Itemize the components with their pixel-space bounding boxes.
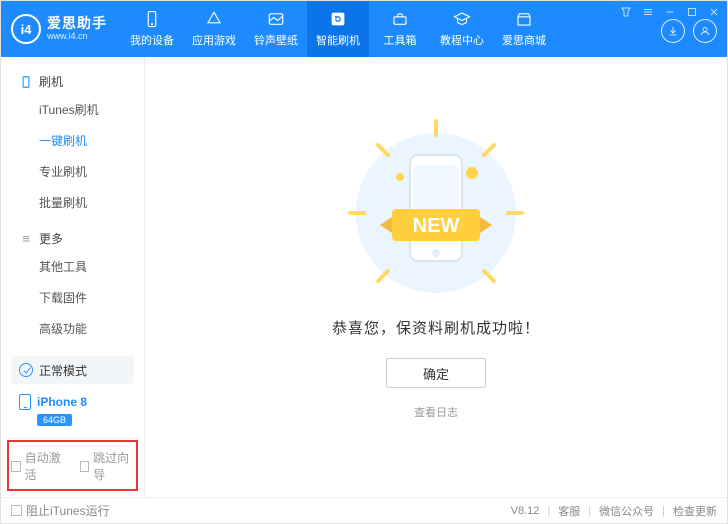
device-name: iPhone 8 — [37, 395, 87, 409]
sidebar-group-label: 更多 — [39, 230, 63, 247]
minimize-icon[interactable] — [663, 5, 677, 19]
device-row[interactable]: iPhone 8 64GB — [11, 390, 134, 430]
success-illustration: NEW — [326, 113, 546, 303]
footer-link-support[interactable]: 客服 — [558, 503, 580, 519]
svg-text:NEW: NEW — [413, 215, 460, 237]
download-icon[interactable] — [661, 19, 685, 43]
tab-label: 我的设备 — [130, 32, 174, 48]
device-icon — [19, 394, 31, 410]
tab-ringtones-wallpapers[interactable]: 铃声壁纸 — [245, 1, 307, 57]
tab-my-device[interactable]: 我的设备 — [121, 1, 183, 57]
store-icon — [515, 10, 533, 28]
brand-logo-icon: i4 — [11, 14, 41, 44]
maximize-icon[interactable] — [685, 5, 699, 19]
footer: 阻止iTunes运行 V8.12 | 客服 | 微信公众号 | 检查更新 — [1, 497, 727, 523]
sidebar-item-advanced[interactable]: 高级功能 — [1, 313, 144, 344]
sidebar: 刷机 iTunes刷机 一键刷机 专业刷机 批量刷机 ≡ 更多 其他工具 下载固… — [1, 57, 145, 497]
brand: i4 爱思助手 www.i4.cn — [1, 1, 121, 57]
tab-label: 教程中心 — [440, 32, 484, 48]
tab-smart-flash[interactable]: 智能刷机 — [307, 1, 369, 57]
version-label: V8.12 — [511, 505, 540, 517]
tab-label: 铃声壁纸 — [254, 32, 298, 48]
phone-outline-icon — [19, 75, 33, 89]
footer-link-update[interactable]: 检查更新 — [673, 503, 717, 519]
theme-icon[interactable] — [619, 5, 633, 19]
checkbox-label: 阻止iTunes运行 — [26, 502, 110, 519]
graduation-icon — [453, 10, 471, 28]
sidebar-item-pro-flash[interactable]: 专业刷机 — [1, 156, 144, 187]
sidebar-group-label: 刷机 — [39, 73, 63, 90]
checkbox-auto-activate[interactable]: 自动激活 — [11, 449, 66, 483]
user-icon[interactable] — [693, 19, 717, 43]
close-icon[interactable] — [707, 5, 721, 19]
checkbox-skip-guide[interactable]: 跳过向导 — [80, 449, 135, 483]
footer-link-wechat[interactable]: 微信公众号 — [599, 503, 654, 519]
phone-icon — [143, 10, 161, 28]
tab-label: 应用游戏 — [192, 32, 236, 48]
storage-badge: 64GB — [37, 412, 126, 426]
sidebar-item-other-tools[interactable]: 其他工具 — [1, 251, 144, 282]
ok-button[interactable]: 确定 — [386, 358, 486, 388]
main-tabs: 我的设备 应用游戏 铃声壁纸 智能刷机 工具箱 教程中心 — [121, 1, 619, 57]
success-message: 恭喜您，保资料刷机成功啦！ — [332, 317, 540, 338]
tab-toolbox[interactable]: 工具箱 — [369, 1, 431, 57]
refresh-icon — [329, 10, 347, 28]
sidebar-group-more: ≡ 更多 — [1, 224, 144, 249]
sidebar-item-oneclick-flash[interactable]: 一键刷机 — [1, 125, 144, 156]
toolbox-icon — [391, 10, 409, 28]
checkbox-label: 自动激活 — [25, 449, 66, 483]
tab-apps-games[interactable]: 应用游戏 — [183, 1, 245, 57]
sidebar-item-batch-flash[interactable]: 批量刷机 — [1, 187, 144, 218]
app-header: i4 爱思助手 www.i4.cn 我的设备 应用游戏 铃声壁纸 智能刷机 — [1, 1, 727, 57]
sidebar-group-flash: 刷机 — [1, 67, 144, 92]
more-icon: ≡ — [19, 232, 33, 246]
brand-url: www.i4.cn — [47, 32, 107, 42]
tab-label: 工具箱 — [384, 32, 417, 48]
checkbox-label: 跳过向导 — [93, 449, 134, 483]
mode-button[interactable]: 正常模式 — [11, 356, 134, 384]
window-controls — [619, 1, 727, 19]
options-row: 自动激活 跳过向导 — [5, 438, 140, 493]
sidebar-item-itunes-flash[interactable]: iTunes刷机 — [1, 94, 144, 125]
image-icon — [267, 10, 285, 28]
mode-label: 正常模式 — [39, 362, 87, 379]
tab-label: 爱思商城 — [502, 32, 546, 48]
tab-tutorials[interactable]: 教程中心 — [431, 1, 493, 57]
tab-label: 智能刷机 — [316, 32, 360, 48]
menu-icon[interactable] — [641, 5, 655, 19]
brand-title: 爱思助手 — [47, 16, 107, 31]
check-circle-icon — [19, 363, 33, 377]
checkbox-block-itunes[interactable]: 阻止iTunes运行 — [11, 502, 110, 519]
sidebar-item-download-firmware[interactable]: 下载固件 — [1, 282, 144, 313]
main-content: NEW 恭喜您，保资料刷机成功啦！ 确定 查看日志 — [145, 57, 727, 497]
apps-icon — [205, 10, 223, 28]
view-log-link[interactable]: 查看日志 — [414, 404, 458, 420]
tab-store[interactable]: 爱思商城 — [493, 1, 555, 57]
